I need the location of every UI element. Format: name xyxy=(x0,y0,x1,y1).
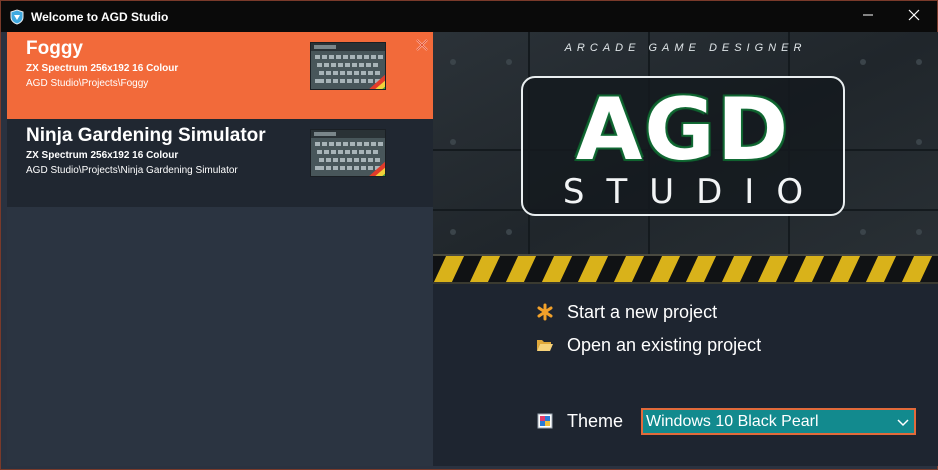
minimize-icon xyxy=(862,8,874,26)
project-item-foggy[interactable]: Foggy ZX Spectrum 256x192 16 Colour AGD … xyxy=(7,32,433,119)
welcome-pane: ARCADE GAME DESIGNER AGD STUDIO Start a … xyxy=(433,32,938,466)
close-icon xyxy=(908,8,920,26)
logo-sub-text: STUDIO xyxy=(562,172,826,212)
start-new-project-label: Start a new project xyxy=(567,301,718,322)
project-item-ninja-gardening-simulator[interactable]: Ninja Gardening Simulator ZX Spectrum 25… xyxy=(7,119,433,206)
theme-dropdown[interactable]: Windows 10 Black Pearl xyxy=(641,408,916,435)
agd-logo: AGD STUDIO xyxy=(521,76,845,216)
banner-tagline: ARCADE GAME DESIGNER xyxy=(564,42,807,54)
palette-icon xyxy=(535,411,555,431)
agd-studio-banner: ARCADE GAME DESIGNER AGD STUDIO xyxy=(433,32,938,284)
logo-main-text: AGD xyxy=(575,80,791,180)
project-name: Foggy xyxy=(26,38,83,59)
theme-label: Theme xyxy=(567,410,624,431)
folder-open-icon xyxy=(535,335,555,355)
welcome-window: Welcome to AGD Studio Foggy ZX Spectrum … xyxy=(0,0,938,470)
minimize-button[interactable] xyxy=(845,1,891,32)
window-title: Welcome to AGD Studio xyxy=(31,9,169,24)
close-button[interactable] xyxy=(891,1,937,32)
project-thumbnail xyxy=(310,129,386,177)
theme-row: Theme xyxy=(535,408,623,434)
open-existing-project-label: Open an existing project xyxy=(567,334,762,355)
project-list: Foggy ZX Spectrum 256x192 16 Colour AGD … xyxy=(7,32,433,207)
project-name: Ninja Gardening Simulator xyxy=(26,125,266,146)
project-platform: ZX Spectrum 256x192 16 Colour xyxy=(26,150,179,161)
open-existing-project-link[interactable]: Open an existing project xyxy=(535,333,761,357)
agd-shield-icon xyxy=(9,8,25,25)
recent-projects-pane: Foggy ZX Spectrum 256x192 16 Colour AGD … xyxy=(7,32,433,466)
project-path: AGD Studio\Projects\Foggy xyxy=(26,78,149,89)
theme-selected-value: Windows 10 Black Pearl xyxy=(646,412,819,430)
chevron-down-icon xyxy=(895,414,911,430)
start-new-project-link[interactable]: Start a new project xyxy=(535,300,717,324)
project-thumbnail xyxy=(310,42,386,90)
hazard-stripe xyxy=(433,254,938,284)
project-path: AGD Studio\Projects\Ninja Gardening Simu… xyxy=(26,165,238,176)
title-bar[interactable]: Welcome to AGD Studio xyxy=(1,1,937,32)
asterisk-icon xyxy=(535,302,555,322)
remove-icon[interactable] xyxy=(415,38,429,52)
project-platform: ZX Spectrum 256x192 16 Colour xyxy=(26,63,179,74)
